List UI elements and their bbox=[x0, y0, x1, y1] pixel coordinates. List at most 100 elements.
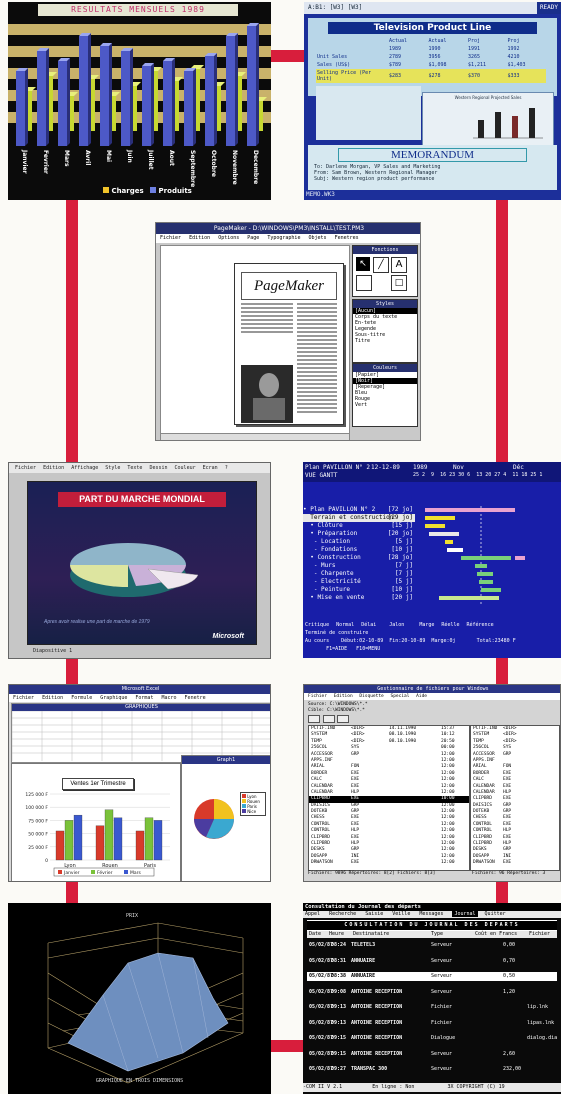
bar-produits bbox=[205, 56, 214, 146]
journal-cell: lip.lnk bbox=[527, 1004, 549, 1010]
screen-pagemaker: PageMaker - D:\WINDOWS\PM3\INSTALL\TEST.… bbox=[155, 222, 421, 441]
journal-cell: 09:15 bbox=[331, 1035, 347, 1041]
task-row[interactable]: - Location [5 j] bbox=[303, 538, 415, 546]
notes-panel bbox=[316, 86, 421, 140]
drive-a-icon[interactable] bbox=[308, 715, 320, 723]
screen-3d-surface: PRIX GRAPHIQUE EN TROIS DIMENSIONS bbox=[8, 903, 271, 1094]
menu-objets[interactable]: Objets bbox=[308, 235, 326, 241]
menu-help[interactable]: ? bbox=[225, 465, 228, 471]
journal-row[interactable]: 05/02/87 08:31 ANNUAIRE Serveur 0,70 bbox=[307, 957, 557, 973]
menu-messages[interactable]: Messages bbox=[419, 911, 443, 917]
menu-fenetres[interactable]: Fenetres bbox=[335, 235, 359, 241]
pointer-tool-icon[interactable]: ↖ bbox=[356, 257, 370, 271]
task-duration: [5 j] bbox=[394, 538, 413, 545]
task-bar bbox=[475, 564, 487, 568]
journal-banner: CONSULTATION DU JOURNAL DES DEPARTS bbox=[307, 920, 557, 931]
drive-b-icon[interactable] bbox=[322, 715, 335, 723]
gantt-header: Plan PAVILLON N° 2 12-12-89 VUE GANTT 19… bbox=[303, 462, 561, 482]
menu-fichier[interactable]: Fichier bbox=[160, 235, 181, 241]
worksheet[interactable]: GRAPHIQUES bbox=[11, 703, 270, 763]
menu-format[interactable]: Format bbox=[135, 695, 153, 701]
task-row[interactable]: Terrain et construction [29 jo] bbox=[303, 514, 415, 522]
bar bbox=[73, 814, 83, 861]
menu-fichier[interactable]: Fichier bbox=[15, 465, 36, 471]
menu-affichage[interactable]: Affichage bbox=[71, 465, 98, 471]
menu-formule[interactable]: Formule bbox=[71, 695, 92, 701]
task-row[interactable]: • Mise en vente [20 j] bbox=[303, 594, 415, 602]
style-item[interactable]: Titre bbox=[353, 338, 417, 344]
chart-title: RESULTATS MENSUELS 1989 bbox=[38, 4, 238, 16]
menu-fichier[interactable]: Fichier bbox=[308, 694, 327, 699]
task-duration: [10 j] bbox=[391, 586, 413, 593]
menu-macro[interactable]: Macro bbox=[161, 695, 176, 701]
menu-edition[interactable]: Edition bbox=[189, 235, 210, 241]
menu-recherche[interactable]: Recherche bbox=[329, 911, 356, 917]
journal-row[interactable]: 05/02/87 09:13 ANTOINE RECEPTION Fichier lip… bbox=[307, 1019, 557, 1035]
screen-file-manager: Gestionnaire de fichiers pour Windows Fi… bbox=[303, 684, 561, 882]
task-list[interactable]: • Plan PAVILLON N° 2 [72 jo] Terrain et c… bbox=[303, 506, 415, 602]
memo-panel: MEMORANDUM To: Darlene Morgan, VP Sales … bbox=[308, 145, 557, 190]
menu-dessin[interactable]: Dessin bbox=[149, 465, 167, 471]
menu-style[interactable]: Style bbox=[105, 465, 120, 471]
task-row[interactable]: - Peinture [10 j] bbox=[303, 586, 415, 594]
menu-page[interactable]: Page bbox=[247, 235, 259, 241]
journal-row[interactable]: 05/02/87 09:15 ANTOINE RECEPTION Dialogue di… bbox=[307, 1034, 557, 1050]
table-row: Sales (US$) $789 $1,098 $1,211 $1,403 bbox=[317, 62, 526, 68]
file-pane-right[interactable]: PCTIF.IND <DIR> SYSTEM <DIR> TEMP <DIR> 256COL… bbox=[470, 725, 560, 871]
menu-special[interactable]: Special bbox=[390, 694, 409, 699]
file-row[interactable]: DRWATSON EXE 12:00 bbox=[309, 860, 469, 866]
col-fichier: Fichier bbox=[529, 931, 551, 937]
color-item[interactable]: Vert bbox=[353, 402, 417, 408]
horizontal-scrollbar[interactable] bbox=[160, 433, 350, 440]
menu-journal[interactable]: Journal bbox=[452, 911, 478, 917]
journal-row[interactable]: 05/02/87 09:15 ANTOINE RECEPTION Serveur 2,6… bbox=[307, 1050, 557, 1066]
menu-fichier[interactable]: Fichier bbox=[13, 695, 34, 701]
menu-options[interactable]: Options bbox=[218, 235, 239, 241]
task-row[interactable]: • Construction [28 jo] bbox=[303, 554, 415, 562]
file-pane-left[interactable]: PCTIF.IND <DIR> 14.11.1990 15:37 SYSTEM <DIR>… bbox=[308, 725, 470, 871]
journal-cell: ANNUAIRE bbox=[351, 973, 376, 979]
menu-disquette[interactable]: Disquette bbox=[359, 694, 383, 699]
menu-texte[interactable]: Texte bbox=[127, 465, 142, 471]
line-tool-icon[interactable]: ╱ bbox=[373, 257, 389, 273]
journal-row[interactable]: 05/02/87 08:38 ANNUAIRE Serveur 0,50 bbox=[307, 972, 557, 981]
file-row[interactable]: DRWATSON EXE bbox=[471, 860, 559, 866]
task-row[interactable]: • Plan PAVILLON N° 2 [72 jo] bbox=[303, 506, 415, 514]
journal-cell: lipas.lnk bbox=[527, 1019, 555, 1026]
window-title: Gestionnaire de fichiers pour Windows bbox=[377, 686, 489, 692]
menu-aide[interactable]: Aide bbox=[416, 694, 427, 699]
menu-appel[interactable]: Appel bbox=[305, 911, 320, 917]
slide[interactable]: PART DU MARCHE MONDIAL Apres avoir reali… bbox=[27, 481, 257, 645]
drive-c-icon[interactable] bbox=[337, 715, 350, 723]
task-row[interactable]: • Préparation [20 jo] bbox=[303, 530, 415, 538]
task-row[interactable]: - Electricité [5 j] bbox=[303, 578, 415, 586]
menu-ecran[interactable]: Ecran bbox=[203, 465, 218, 471]
journal-row[interactable]: 05/02/87 09:13 ANTOINE RECEPTION Fichier lip… bbox=[307, 1003, 557, 1019]
month-label: Mai bbox=[105, 150, 112, 162]
task-row[interactable]: - Charpente [7 j] bbox=[303, 570, 415, 578]
menu-edition[interactable]: Edition bbox=[334, 694, 353, 699]
task-row[interactable]: - Murs [7 j] bbox=[303, 562, 415, 570]
menu-quitter[interactable]: Quitter bbox=[485, 911, 506, 917]
menu-couleur[interactable]: Couleur bbox=[175, 465, 196, 471]
task-row[interactable]: • Clôture [15 j] bbox=[303, 522, 415, 530]
journal-rows[interactable]: 05/02/87 08:24 TELETEL3 Serveur 0,00 05/02/87… bbox=[307, 941, 557, 1081]
rect-tool-icon[interactable] bbox=[356, 275, 372, 291]
menu-edition[interactable]: Edition bbox=[43, 465, 64, 471]
journal-row[interactable]: 05/02/87 09:08 ANTOINE RECEPTION Serveur 1,2… bbox=[307, 988, 557, 1004]
menu-fenetre[interactable]: Fenetre bbox=[185, 695, 206, 701]
menu-saisie[interactable]: Saisie bbox=[365, 911, 383, 917]
menu-veille[interactable]: Veille bbox=[392, 911, 410, 917]
menu-typographie[interactable]: Typographie bbox=[267, 235, 300, 241]
journal-row[interactable]: 05/02/87 08:24 TELETEL3 Serveur 0,00 bbox=[307, 941, 557, 957]
task-duration: [28 jo] bbox=[387, 554, 413, 561]
task-row[interactable]: - Fondations [10 j] bbox=[303, 546, 415, 554]
spreadsheet-grid[interactable]: Television Product Line Actual Actual Pr… bbox=[308, 18, 557, 96]
microsoft-logo: Microsoft bbox=[212, 633, 245, 640]
document-page[interactable]: PageMaker bbox=[234, 263, 344, 425]
crop-tool-icon[interactable]: □ bbox=[391, 275, 407, 291]
menu-graphique[interactable]: Graphique bbox=[100, 695, 127, 701]
text-tool-icon[interactable]: A bbox=[391, 257, 407, 273]
menu-edition[interactable]: Edition bbox=[42, 695, 63, 701]
journal-row[interactable]: 05/02/87 09:27 TRANSPAC 300 Serveur 232,00 bbox=[307, 1065, 557, 1081]
